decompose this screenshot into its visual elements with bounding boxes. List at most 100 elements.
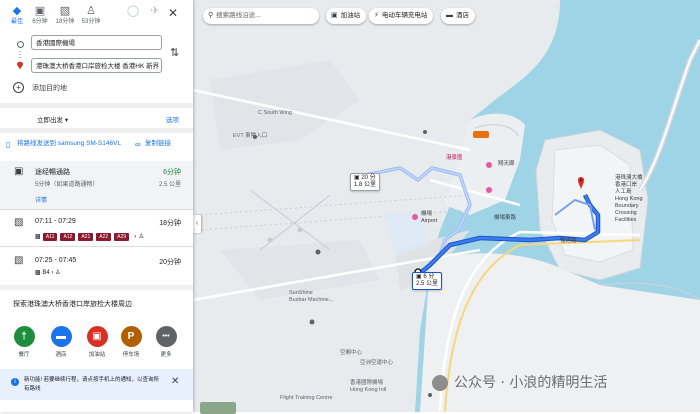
route-option-transit-1[interactable]: ▧ 07:11 - 07:29 18分钟 ▩ A11 A12 A21 A22 A29 ›… [0, 210, 193, 246]
alt-route-bubble[interactable]: ▣ 20 分 1.8 公里 [350, 173, 381, 191]
car-icon: ▣ [416, 274, 422, 280]
ev-charging-icon: ⚡ [374, 12, 379, 19]
mode-walk[interactable]: ♙ 53分钟 [79, 4, 103, 26]
depart-time-dropdown[interactable]: 立即出发 ▾ [37, 114, 68, 124]
train-icon: ▧ [14, 255, 24, 266]
layers-thumbnail[interactable] [200, 402, 236, 414]
car-icon: ▣ [14, 166, 24, 177]
route-steps: ▩ B4 › ♙ [35, 269, 60, 276]
route-badge: A11 [42, 233, 58, 241]
map-label-south-wing: C South Wing [258, 110, 292, 116]
mode-transit[interactable]: ▧ 18分钟 [53, 4, 77, 26]
map-label-cargo: 香港國際機場 Hong Kong Intl [350, 380, 387, 393]
route-details-link[interactable]: 详情 [35, 195, 47, 204]
divider [0, 103, 193, 108]
plus-icon: + [13, 82, 24, 93]
route-badge: A29 [114, 233, 130, 241]
mode-bike[interactable]: ◯ [121, 4, 145, 18]
hotel-icon: ▬ [446, 12, 453, 19]
route-option-drive[interactable]: ▣ 途经暢通路 5分钟（如果道路通畅） 6分钟 2.5 公里 详情 [0, 161, 193, 209]
route-badge: A22 [96, 233, 112, 241]
map-label-sunshine: SunShine Busbar Machine... [289, 290, 334, 303]
divider [0, 285, 193, 290]
route-option-transit-2[interactable]: ▧ 07:25 - 07:45 20分钟 ▩ B4 › ♙ [0, 247, 193, 283]
map-label-skycity: 翔天廊 [498, 161, 515, 167]
category-restaurant[interactable]: † 餐厅 [11, 326, 37, 358]
bus-route-number: B4 [42, 270, 50, 276]
destination-pin-icon [17, 61, 23, 70]
route-distance: 2.5 公里 [158, 182, 181, 188]
phone-icon: ▯ [6, 140, 11, 149]
alt-route-time: 20 分 [361, 175, 376, 181]
transit-icon: ▧ [59, 5, 71, 17]
nearby-title: 探索港珠澳大桥香港口岸旅检大楼周边 [13, 301, 132, 308]
chip-ev-charging[interactable]: ⚡ 电动车辆充电站 [369, 8, 434, 24]
gas-station-icon: ▣ [86, 326, 108, 347]
send-to-phone-link[interactable]: 将路线发送到 samsung SM-S146VL [17, 139, 142, 148]
map-label-evt: EVT 東隣入口 [233, 133, 268, 139]
restaurant-icon: † [13, 326, 35, 347]
origin-dot-icon [17, 41, 24, 48]
main-route-distance: 2.5 公里 [416, 281, 439, 287]
category-gas-station[interactable]: ▣ 加油站 [84, 326, 110, 358]
chip-hotel[interactable]: ▬ 酒店 [441, 8, 475, 24]
origin-field[interactable]: 香港國際機場 [31, 35, 162, 50]
chip-gas-station[interactable]: ▣ 加油站 [326, 8, 367, 24]
travel-mode-bar: ◆ 最佳 ▣ 6分钟 ▧ 18分钟 ♙ 53分钟 ◯ ✈ ✕ [0, 0, 193, 30]
close-icon[interactable]: ✕ [171, 376, 179, 387]
route-dots [19, 51, 21, 59]
walk-icon: ♙ [55, 270, 61, 276]
map-label-bridge-port: 港珠澳大橋 香港口岸 人工島 Hong Kong Boundary Crossi… [615, 175, 643, 223]
parking-icon: P [120, 326, 142, 347]
category-parking[interactable]: P 停车场 [118, 326, 144, 358]
close-icon[interactable]: ✕ [168, 6, 178, 20]
bus-icon: ▩ [35, 270, 41, 276]
train-icon: ▧ [14, 217, 24, 228]
route-badge: A21 [78, 233, 94, 241]
chevron-down-icon: ▾ [64, 117, 69, 124]
main-route-bubble[interactable]: ▣ 6 分 2.5 公里 [412, 272, 443, 290]
collapse-panel-button[interactable]: ‹ [193, 215, 201, 233]
wechat-icon [432, 375, 448, 391]
mode-best[interactable]: ◆ 最佳 [5, 4, 29, 26]
category-more[interactable]: ••• 更多 [153, 326, 179, 358]
walk-icon: ♙ [138, 234, 144, 240]
flight-icon: ✈ [150, 5, 160, 17]
directions-panel: ◆ 最佳 ▣ 6分钟 ▧ 18分钟 ♙ 53分钟 ◯ ✈ ✕ 香港國際機場 港珠… [0, 0, 193, 412]
map-label-airport: 機場 Airport [421, 211, 438, 224]
bus-icon: ▩ [35, 234, 41, 240]
map-label-sky-pier: 空郵中心 [340, 350, 363, 356]
main-route-time: 6 分 [423, 274, 435, 280]
add-destination-button[interactable]: + 添加目的地 [13, 82, 67, 93]
route-subtitle: 5分钟（如果道路通畅） [35, 182, 99, 188]
options-link[interactable]: 选项 [166, 114, 179, 124]
gas-station-icon: ▣ [331, 12, 338, 19]
divider [0, 128, 193, 133]
mode-flight[interactable]: ✈ [143, 4, 167, 18]
search-along-route-input[interactable]: ⚲ 搜索路线沿途... [203, 8, 319, 24]
map-label-flight-train: Flight Training Centre [280, 395, 333, 401]
search-icon: ⚲ [208, 12, 214, 19]
alt-route-distance: 1.8 公里 [354, 182, 377, 188]
map-label-asia: 亞洲空運中心 [360, 360, 394, 366]
route-time: 18分钟 [159, 220, 181, 227]
more-icon: ••• [155, 326, 177, 347]
route-badge: A12 [60, 233, 76, 241]
mode-drive[interactable]: ▣ 6分钟 [28, 4, 52, 26]
map-label-road2: 暢達路 [560, 238, 577, 244]
notice-text: 新功能! 若要继续行程，请点按手机上的通知，以查询所有路线 [24, 377, 160, 392]
new-feature-notice: i 新功能! 若要继续行程，请点按手机上的通知，以查询所有路线 ✕ [0, 369, 193, 400]
link-icon: ∞ [135, 140, 141, 149]
hotel-icon: ▬ [50, 326, 72, 347]
category-hotel[interactable]: ▬ 酒店 [48, 326, 74, 358]
destination-field[interactable]: 港珠澳大桥香港口岸旅检大楼 香港HK 新界 [31, 58, 162, 73]
car-icon: ▣ [354, 175, 360, 181]
swap-icon[interactable]: ⇅ [170, 46, 179, 59]
info-icon: i [11, 378, 19, 386]
route-title: 途经暢通路 [35, 169, 70, 176]
route-steps: ▩ A11 A12 A21 A22 A29 › ♙ [35, 231, 144, 241]
car-icon: ▣ [34, 5, 46, 17]
chevron-left-icon: ‹ [195, 220, 199, 227]
copy-link-button[interactable]: 复制链接 [145, 139, 171, 148]
map-label-hkg: 港景匯 [446, 155, 463, 161]
